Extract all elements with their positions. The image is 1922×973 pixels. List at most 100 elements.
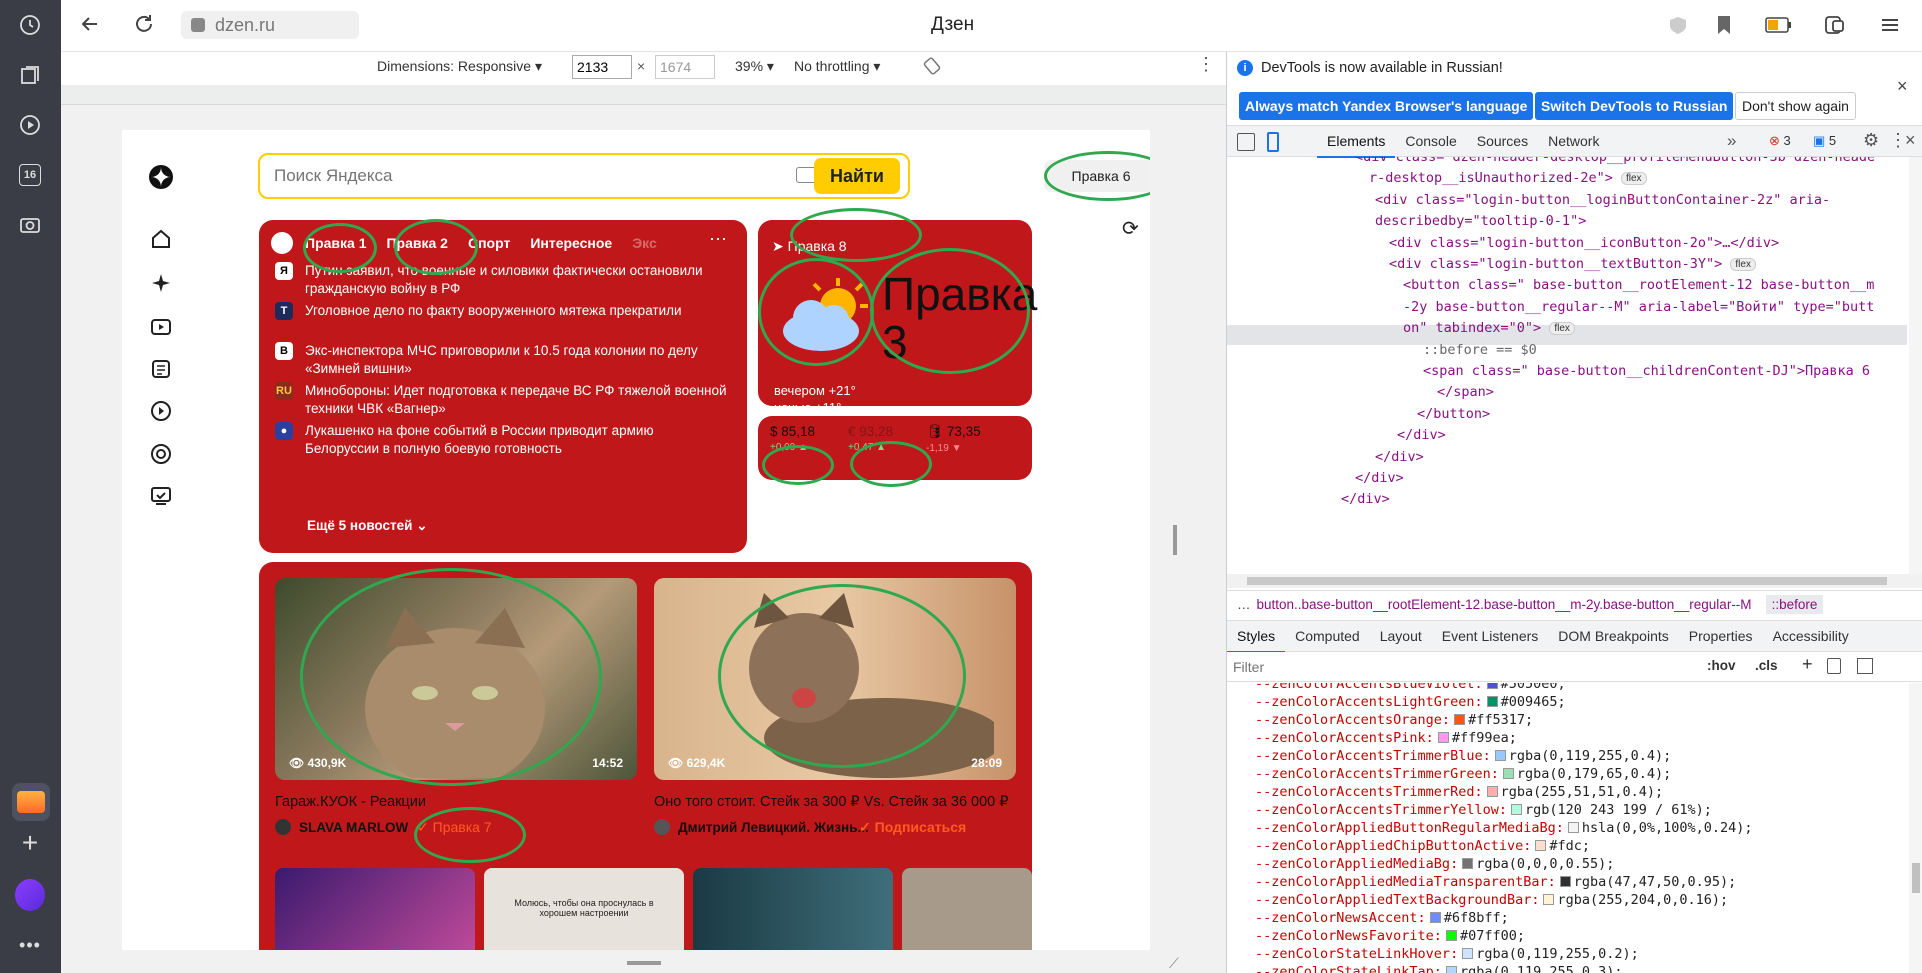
dom-line[interactable]: <div class="login-button__loginButtonCon…	[1375, 192, 1830, 208]
channels-icon[interactable]	[150, 443, 172, 468]
dom-line[interactable]: </span>	[1437, 384, 1494, 400]
protect-icon[interactable]	[1667, 14, 1689, 36]
color-swatch-icon[interactable]	[1510, 804, 1522, 815]
css-declaration[interactable]: --zenColorAccentsOrange: #ff5317;	[1255, 712, 1533, 728]
color-swatch-icon[interactable]	[1486, 683, 1498, 689]
devtools-close-icon[interactable]: ×	[1905, 130, 1916, 151]
color-swatch-icon[interactable]	[1462, 858, 1474, 869]
dom-line[interactable]: </button>	[1417, 406, 1490, 422]
inspect-icon[interactable]	[1237, 133, 1255, 151]
css-declaration[interactable]: --zenColorAppliedButtonRegularMediaBg: hs…	[1255, 820, 1753, 836]
articles-icon[interactable]	[150, 358, 172, 383]
width-input[interactable]	[572, 55, 632, 79]
styles-subtab[interactable]: Accessibility	[1763, 621, 1859, 653]
styles-scrollbar[interactable]	[1909, 683, 1922, 973]
styles-subtab[interactable]: Styles	[1227, 621, 1286, 653]
dom-line[interactable]: -2y base-button__regular--M" aria-label=…	[1403, 299, 1874, 315]
dom-line[interactable]: <button class=" base-button__rootElement…	[1403, 277, 1874, 293]
dom-scrollbar[interactable]	[1909, 157, 1922, 574]
styles-subtab[interactable]: DOM Breakpoints	[1548, 621, 1678, 653]
dom-hscrollbar[interactable]	[1227, 574, 1922, 588]
resize-handle-bottom[interactable]	[627, 961, 661, 965]
css-declaration[interactable]: --zenColorAccentsTrimmerYellow: rgb(120 2…	[1255, 802, 1712, 818]
styles-subtab[interactable]: Layout	[1370, 621, 1432, 653]
collections-icon[interactable]	[15, 60, 45, 90]
more-icon[interactable]: •••	[15, 930, 45, 960]
color-swatch-icon[interactable]	[1535, 840, 1547, 851]
css-declaration[interactable]: --zenColorAccentsLightGreen: #009465;	[1255, 694, 1566, 710]
devtools-tab[interactable]: Console	[1395, 126, 1466, 158]
match-language-button[interactable]: Always match Yandex Browser's language	[1239, 92, 1534, 120]
news-item[interactable]: RU Минобороны: Идет подготовка к передаче…	[275, 382, 727, 418]
paint-icon[interactable]	[1827, 658, 1841, 674]
news-tab[interactable]: Интересное	[530, 235, 612, 251]
messages-badge[interactable]: ▣ 5	[1813, 133, 1836, 149]
news-item[interactable]: T Уголовное дело по факту вооруженного мя…	[275, 302, 727, 320]
mail-icon[interactable]	[12, 783, 50, 821]
dom-line[interactable]: <div class="login-button__iconButton-2o"…	[1389, 235, 1779, 251]
color-swatch-icon[interactable]	[1486, 696, 1498, 707]
dom-line[interactable]: </div>	[1341, 491, 1390, 507]
search-button[interactable]: Найти	[814, 158, 900, 194]
height-input[interactable]	[655, 55, 715, 79]
menu-icon[interactable]	[1879, 14, 1901, 39]
breadcrumb[interactable]: button..base-button__rootElement-12.base…	[1257, 597, 1752, 612]
css-declaration[interactable]: --zenColorAccentsTrimmerBlue: rgba(0,119,…	[1255, 748, 1671, 764]
devtools-tab[interactable]: Network	[1538, 126, 1609, 158]
more-news-link[interactable]: Ещё 5 новостей ⌄	[307, 518, 428, 534]
calendar-icon[interactable]: 16	[15, 160, 45, 190]
rate-item[interactable]: 🛢 73,35 -1,19 ▼	[926, 424, 981, 454]
color-swatch-icon[interactable]	[1486, 786, 1498, 797]
throttle-select[interactable]: No throttling ▾	[794, 58, 880, 75]
video-icon[interactable]	[15, 110, 45, 140]
css-declaration[interactable]: --zenColorAccentsTrimmerGreen: rgba(0,179…	[1255, 766, 1671, 782]
dom-line[interactable]: on" tabindex="0"> flex	[1403, 320, 1575, 336]
flex-badge[interactable]: flex	[1549, 321, 1575, 335]
devbar-more-icon[interactable]: ⋮	[1197, 54, 1215, 75]
battery-icon[interactable]	[1765, 17, 1793, 36]
subscriptions-icon[interactable]	[150, 485, 172, 510]
css-declaration[interactable]: --zenColorStateLinkHover: rgba(0,119,255,…	[1255, 946, 1639, 962]
device-toggle-icon[interactable]	[1267, 132, 1279, 152]
news-tab[interactable]: Экс	[632, 235, 657, 251]
dom-line[interactable]: </div>	[1375, 449, 1424, 465]
css-declaration[interactable]: --zenColorAccentsTrimmerRed: rgba(255,51,…	[1255, 784, 1663, 800]
devtools-tab[interactable]: Elements	[1317, 126, 1396, 158]
css-declaration[interactable]: --zenColorAccentsBlueViolet: #5050e0;	[1255, 683, 1566, 692]
resize-corner-icon[interactable]: ⟋	[1169, 955, 1179, 972]
switch-russian-button[interactable]: Switch DevTools to Russian	[1535, 92, 1734, 120]
video-1-author[interactable]: SLAVA MARLOW	[275, 819, 408, 835]
dom-line[interactable]: ::before == $0	[1423, 342, 1537, 358]
screenshot-icon[interactable]	[15, 210, 45, 240]
color-swatch-icon[interactable]	[1502, 768, 1514, 779]
color-swatch-icon[interactable]	[1567, 822, 1579, 833]
news-item[interactable]: ● Лукашенко на фоне событий в России прив…	[275, 422, 727, 458]
video-1-title[interactable]: Гараж.КУОК - Реакции	[275, 794, 426, 810]
news-more-icon[interactable]: ⋯	[709, 229, 727, 250]
dom-line[interactable]: <span class=" base-button__childrenConte…	[1423, 363, 1870, 379]
styles-filter-input[interactable]	[1233, 656, 1703, 678]
resize-handle-right[interactable]	[1173, 525, 1177, 555]
thumb-4[interactable]: Молюсь, чтобы она проснулась в хорошем н…	[484, 868, 684, 950]
more-tabs-icon[interactable]: »	[1727, 131, 1736, 151]
color-swatch-icon[interactable]	[1445, 930, 1457, 941]
dzen-logo-icon[interactable]	[148, 164, 174, 193]
news-item[interactable]: B Экс-инспектора МЧС приговорили к 10.5 г…	[275, 342, 727, 378]
search-input[interactable]	[274, 164, 754, 188]
css-declaration[interactable]: --zenColorNewsFavorite: #07ff00;	[1255, 928, 1525, 944]
banner-close-icon[interactable]: ×	[1897, 76, 1908, 97]
reload-icon[interactable]	[133, 13, 155, 38]
back-icon[interactable]	[79, 13, 101, 38]
dom-line[interactable]: </div>	[1355, 470, 1404, 486]
subscribe-button-2[interactable]: ✓ Подписаться	[859, 819, 966, 836]
extensions-icon[interactable]	[1823, 13, 1847, 40]
css-declaration[interactable]: --zenColorAppliedTextBackgroundBar: rgba(…	[1255, 892, 1728, 908]
dont-show-button[interactable]: Don't show again	[1735, 92, 1856, 120]
flex-badge[interactable]: flex	[1620, 171, 1647, 185]
flex-badge[interactable]: flex	[1730, 257, 1756, 271]
dom-line[interactable]: describedby="tooltip-0-1">	[1375, 213, 1586, 229]
css-declaration[interactable]: --zenColorNewsAccent: #6f8bff;	[1255, 910, 1509, 926]
color-swatch-icon[interactable]	[1429, 912, 1441, 923]
css-declaration[interactable]: --zenColorAccentsPink: #ff99ea;	[1255, 730, 1517, 746]
bookmark-icon[interactable]	[1715, 14, 1733, 39]
